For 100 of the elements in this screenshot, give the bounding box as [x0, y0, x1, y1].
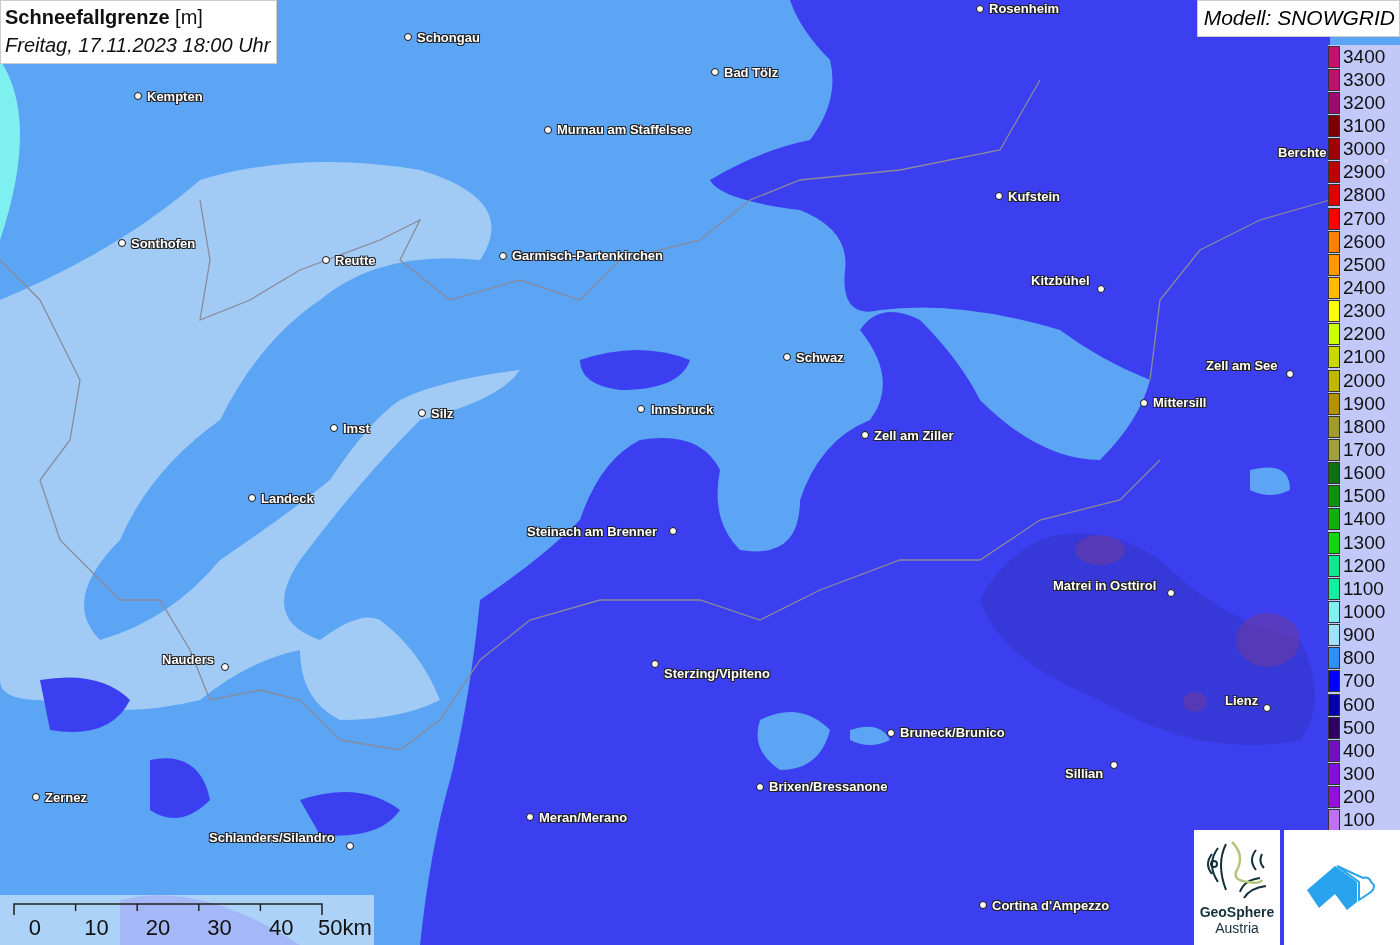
- city-label: Landeck: [261, 491, 314, 507]
- model-label: Modell: SNOWGRID: [1196, 0, 1400, 37]
- logo-name: GeoSphere: [1199, 904, 1275, 920]
- legend-label: 100: [1343, 809, 1375, 832]
- city-label: Sterzing/Vipiteno: [664, 666, 770, 682]
- city-marker: [783, 353, 791, 361]
- scale-label: 40: [267, 915, 295, 941]
- legend-label: 2300: [1343, 300, 1386, 323]
- legend-label: 2200: [1343, 323, 1386, 346]
- legend-label: 2800: [1343, 184, 1386, 207]
- legend-label: 900: [1343, 624, 1375, 647]
- city-marker: [248, 494, 256, 502]
- city-marker: [404, 33, 412, 41]
- city-marker: [976, 5, 984, 13]
- city-marker: [330, 424, 338, 432]
- city-marker: [756, 783, 764, 791]
- legend-label: 200: [1343, 786, 1375, 809]
- scale-label: 0: [27, 915, 42, 941]
- map-datetime: Freitag, 17.11.2023 18:00 Uhr: [5, 33, 271, 58]
- legend-label: 3100: [1343, 115, 1386, 137]
- city-label: Bruneck/Brunico: [900, 725, 1005, 741]
- city-label: Matrei in Osttirol: [1053, 578, 1157, 594]
- city-marker: [32, 793, 40, 801]
- legend-label: 3300: [1343, 68, 1386, 91]
- map-title: Schneefallgrenze [m]: [5, 5, 204, 30]
- legend-label: 2000: [1343, 369, 1386, 392]
- city-marker: [637, 405, 645, 413]
- legend-label: 1500: [1343, 485, 1386, 508]
- city-label: Cortina d'Ampezzo: [992, 898, 1110, 914]
- city-marker: [887, 729, 895, 737]
- city-label: Meran/Merano: [539, 810, 628, 826]
- legend-label: 3400: [1343, 45, 1386, 68]
- city-marker: [711, 68, 719, 76]
- city-marker: [499, 252, 507, 260]
- legend-label: 3200: [1343, 91, 1386, 114]
- legend-label: 1100: [1343, 577, 1384, 600]
- city-marker: [221, 663, 229, 671]
- legend-label: 1400: [1343, 508, 1386, 531]
- legend-label: 2700: [1343, 207, 1386, 230]
- legend-label: 800: [1343, 647, 1375, 670]
- scale-label: 20: [144, 915, 172, 941]
- legend-label: 1800: [1343, 415, 1386, 438]
- legend-label: 600: [1343, 693, 1375, 716]
- city-label: Schlanders/Silandro: [209, 830, 335, 846]
- city-marker: [1140, 399, 1148, 407]
- city-marker: [861, 431, 869, 439]
- city-label: Sillian: [1065, 766, 1104, 782]
- city-label: Rosenheim: [989, 1, 1060, 17]
- city-label: Kitzbühel: [1031, 273, 1090, 289]
- legend-label: 2500: [1343, 253, 1386, 276]
- city-marker: [1286, 370, 1294, 378]
- legend-label: 1300: [1343, 531, 1386, 554]
- city-label: Schwaz: [796, 350, 844, 366]
- legend-label: 2600: [1343, 230, 1386, 253]
- city-marker: [134, 92, 142, 100]
- scale-label: 50km: [316, 915, 372, 941]
- city-marker: [526, 813, 534, 821]
- legend-label: 1200: [1343, 554, 1386, 577]
- city-label: Sonthofen: [131, 236, 196, 252]
- legend-label: 3000: [1343, 138, 1386, 161]
- logo-subtitle: Austria: [1215, 920, 1259, 936]
- city-marker: [418, 409, 426, 417]
- city-marker: [346, 842, 354, 850]
- city-label: Imst: [343, 421, 370, 437]
- mountain-cloud-icon: [1307, 863, 1377, 912]
- legend-label: 500: [1343, 716, 1375, 739]
- city-label: Zernez: [45, 790, 87, 806]
- legend-label: 2900: [1343, 161, 1386, 184]
- city-label: Berchte: [1278, 145, 1327, 161]
- city-label: Kufstein: [1008, 189, 1060, 205]
- city-marker: [1263, 704, 1271, 712]
- legend-label: 1700: [1343, 438, 1386, 461]
- legend-label: 2400: [1343, 276, 1386, 299]
- city-marker: [979, 901, 987, 909]
- city-marker: [322, 256, 330, 264]
- city-label: Lienz: [1225, 693, 1259, 709]
- scale-label: 30: [206, 915, 233, 941]
- city-label: Brixen/Bressanone: [769, 779, 888, 795]
- city-marker: [1167, 589, 1175, 597]
- scale-label: 10: [83, 915, 110, 941]
- city-label: Kempten: [147, 89, 203, 105]
- legend-label: 1900: [1343, 392, 1386, 415]
- city-marker: [669, 527, 677, 535]
- city-marker: [118, 239, 126, 247]
- legend-label: 700: [1343, 670, 1375, 693]
- city-label: Schongau: [417, 30, 480, 46]
- city-label: Silz: [431, 406, 454, 422]
- city-label: Zell am Ziller: [874, 428, 954, 444]
- city-label: Murnau am Staffelsee: [557, 122, 692, 138]
- city-label: Innsbruck: [651, 402, 714, 418]
- city-marker: [1097, 285, 1105, 293]
- legend-label: 1600: [1343, 462, 1386, 485]
- city-label: Zell am See: [1206, 358, 1278, 374]
- city-label: Mittersill: [1153, 395, 1207, 411]
- legend-label: 1000: [1343, 600, 1386, 623]
- legend-label: 2100: [1343, 346, 1386, 369]
- legend-label: 300: [1343, 762, 1375, 785]
- legend-label: 400: [1343, 739, 1375, 762]
- city-label: Reutte: [335, 253, 376, 269]
- city-marker: [1110, 761, 1118, 769]
